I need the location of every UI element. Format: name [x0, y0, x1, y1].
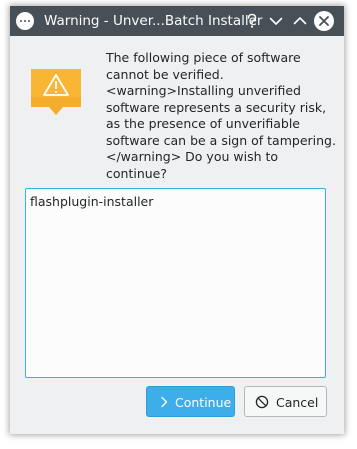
maximize-icon[interactable] [290, 11, 310, 31]
help-icon[interactable] [242, 11, 262, 31]
warning-dialog-window: Warning - Unver...Batch Installer The fo… [10, 6, 344, 434]
close-icon[interactable] [314, 11, 334, 31]
chevron-right-icon [157, 395, 171, 409]
continue-button[interactable]: Continue [146, 386, 235, 417]
package-list-item: flashplugin-installer [30, 194, 154, 209]
cancel-button[interactable]: Cancel [244, 386, 327, 417]
cancel-button-label: Cancel [276, 395, 319, 410]
package-list-textarea[interactable]: flashplugin-installer [25, 188, 326, 378]
continue-button-label: Continue [175, 395, 232, 410]
minimize-icon[interactable] [266, 11, 286, 31]
warning-message: The following piece of software cannot b… [106, 50, 336, 181]
window-title: Warning - Unver...Batch Installer [44, 13, 263, 29]
warning-icon [29, 53, 83, 117]
cancel-icon [255, 395, 269, 409]
title-bar[interactable]: Warning - Unver...Batch Installer [10, 6, 344, 36]
window-menu-icon[interactable] [16, 12, 34, 30]
